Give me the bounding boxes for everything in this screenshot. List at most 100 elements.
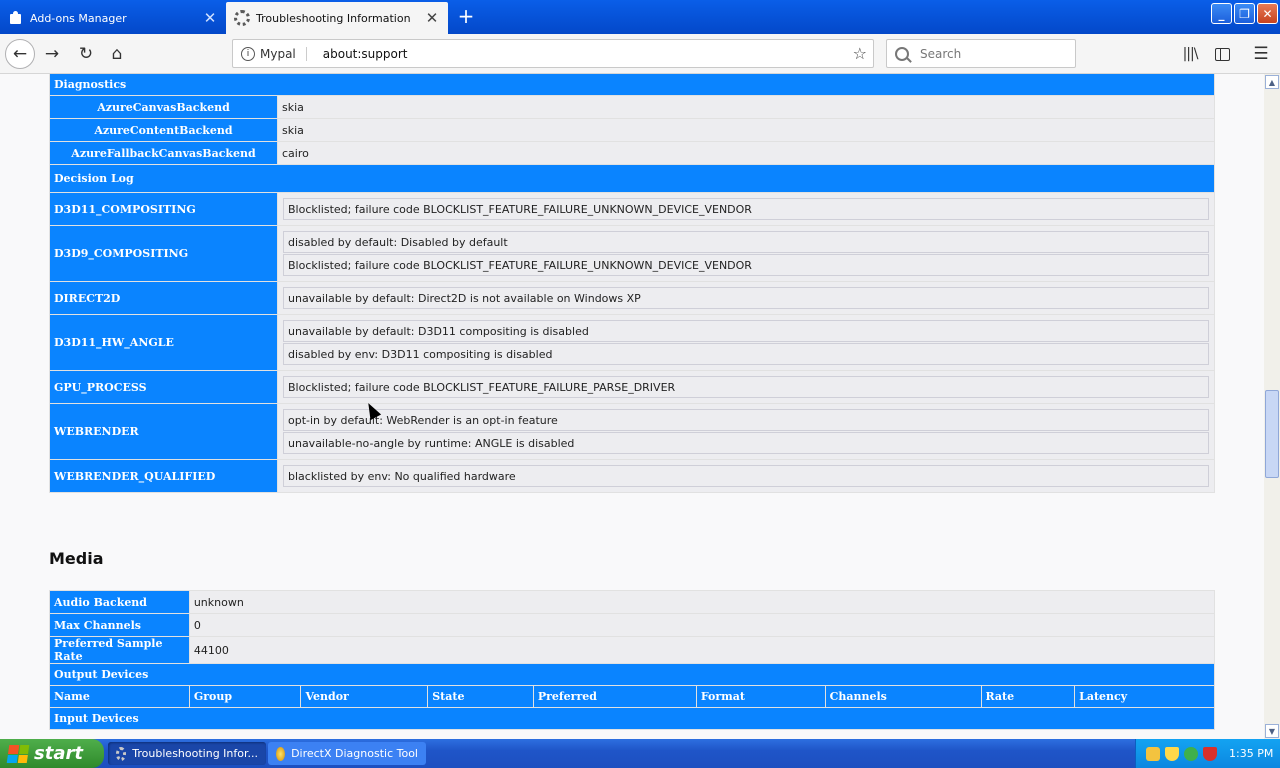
- minimize-icon: _: [1218, 6, 1225, 21]
- taskbar-item-directx[interactable]: DirectX Diagnostic Tool: [268, 742, 426, 765]
- forward-button[interactable]: →: [38, 40, 66, 68]
- row-value: skia: [278, 96, 1214, 118]
- network-icon[interactable]: [1146, 746, 1160, 761]
- tab-troubleshooting[interactable]: Troubleshooting Information ✕: [226, 2, 448, 34]
- bookmark-star-icon[interactable]: ☆: [853, 44, 867, 63]
- log-entries: unavailable by default: Direct2D is not …: [278, 282, 1214, 314]
- log-entries: disabled by default: Disabled by default…: [278, 226, 1214, 281]
- home-icon: ⌂: [111, 44, 123, 64]
- table-row: Max Channels 0: [50, 614, 1214, 636]
- directx-icon: [276, 746, 286, 761]
- column-header: Name: [50, 686, 189, 707]
- scroll-down-icon[interactable]: ▼: [1265, 724, 1279, 738]
- scroll-up-icon[interactable]: ▲: [1265, 75, 1279, 89]
- clock: 1:35 PM: [1229, 747, 1274, 760]
- column-header: Rate: [981, 686, 1075, 707]
- taskbar-item-troubleshooting[interactable]: Troubleshooting Infor...: [108, 742, 266, 765]
- log-entry: opt-in by default: WebRender is an opt-i…: [283, 409, 1209, 431]
- row-key: Preferred Sample Rate: [50, 637, 189, 663]
- output-devices-header-row: Name Group Vendor State Preferred Format Chann…: [50, 686, 1214, 707]
- log-entry: disabled by default: Disabled by default: [283, 231, 1209, 253]
- home-button[interactable]: ⌂: [103, 40, 131, 68]
- close-window-button[interactable]: ✕: [1257, 3, 1278, 24]
- security-shield-icon[interactable]: [1165, 746, 1179, 761]
- log-entry: disabled by env: D3D11 compositing is di…: [283, 343, 1209, 365]
- close-tab-icon[interactable]: ✕: [424, 9, 440, 27]
- search-placeholder: Search: [920, 46, 962, 61]
- search-input[interactable]: Search: [886, 39, 1076, 68]
- scrollbar-thumb[interactable]: [1265, 390, 1279, 478]
- row-key: AzureCanvasBackend: [50, 96, 277, 118]
- row-key: D3D11_COMPOSITING: [50, 193, 277, 225]
- start-button[interactable]: start: [0, 739, 104, 768]
- row-key: Max Channels: [50, 614, 189, 636]
- row-value: skia: [278, 119, 1214, 141]
- url-bar[interactable]: i Mypal about:support ☆: [232, 39, 874, 68]
- row-key: AzureFallbackCanvasBackend: [50, 142, 277, 164]
- column-header: Latency: [1075, 686, 1214, 707]
- back-button[interactable]: ←: [5, 39, 35, 69]
- close-tab-icon[interactable]: ✕: [202, 9, 218, 27]
- table-row: AzureContentBackend skia: [50, 119, 1214, 141]
- gear-icon: [116, 746, 127, 761]
- url-text[interactable]: about:support: [323, 47, 853, 61]
- windows-logo-icon: [6, 744, 30, 763]
- column-header: Preferred: [533, 686, 696, 707]
- table-row: AzureCanvasBackend skia: [50, 96, 1214, 118]
- tab-title: Troubleshooting Information: [256, 11, 411, 25]
- title-bar: Add-ons Manager ✕ Troubleshooting Inform…: [0, 0, 1280, 34]
- sidebar-button[interactable]: [1208, 40, 1236, 68]
- row-key: D3D9_COMPOSITING: [50, 226, 277, 281]
- column-header: Channels: [825, 686, 981, 707]
- log-entry: unavailable by default: Direct2D is not …: [283, 287, 1209, 309]
- table-row: AzureFallbackCanvasBackend cairo: [50, 142, 1214, 164]
- row-key: WEBRENDER_QUALIFIED: [50, 460, 277, 492]
- sidebar-icon: [1214, 47, 1230, 61]
- reload-icon: ↻: [78, 44, 94, 64]
- restore-icon: ❐: [1239, 6, 1250, 21]
- plus-icon: +: [457, 4, 475, 28]
- table-row: WEBRENDER_QUALIFIED blacklisted by env: N…: [50, 460, 1214, 492]
- graphics-table: Diagnostics AzureCanvasBackend skia AzureC…: [49, 74, 1215, 493]
- table-row: GPU_PROCESS Blocklisted; failure code BLO…: [50, 371, 1214, 403]
- alert-shield-icon[interactable]: [1203, 746, 1217, 761]
- row-value: cairo: [278, 142, 1214, 164]
- start-label: start: [34, 743, 83, 764]
- log-entry: Blocklisted; failure code BLOCKLIST_FEAT…: [283, 254, 1209, 276]
- vertical-scrollbar[interactable]: ▲ ▼: [1264, 74, 1280, 739]
- info-icon[interactable]: i: [241, 46, 255, 61]
- taskbar-item-label: DirectX Diagnostic Tool: [291, 747, 418, 760]
- log-entries: unavailable by default: D3D11 compositin…: [278, 315, 1214, 370]
- reload-button[interactable]: ↻: [72, 40, 100, 68]
- media-table: Audio Backend unknown Max Channels 0 Preferr…: [49, 590, 1215, 730]
- restore-button[interactable]: ❐: [1234, 3, 1255, 24]
- search-icon: [895, 46, 909, 61]
- library-icon: |||\: [1182, 46, 1199, 62]
- log-entry: Blocklisted; failure code BLOCKLIST_FEAT…: [283, 198, 1209, 220]
- log-entry: Blocklisted; failure code BLOCKLIST_FEAT…: [283, 376, 1209, 398]
- arrow-right-icon: →: [44, 44, 60, 64]
- log-entry: unavailable by default: D3D11 compositin…: [283, 320, 1209, 342]
- row-key: D3D11_HW_ANGLE: [50, 315, 277, 370]
- puzzle-icon: [8, 10, 24, 26]
- column-header: State: [428, 686, 533, 707]
- tab-title: Add-ons Manager: [30, 11, 127, 25]
- taskbar-item-label: Troubleshooting Infor...: [132, 747, 258, 760]
- row-key: Audio Backend: [50, 591, 189, 613]
- column-header: Group: [189, 686, 301, 707]
- section-heading-decision-log: Decision Log: [50, 165, 1214, 192]
- minimize-button[interactable]: _: [1211, 3, 1232, 24]
- menu-button[interactable]: ☰: [1247, 40, 1275, 68]
- update-icon[interactable]: [1184, 746, 1198, 761]
- page-content: Diagnostics AzureCanvasBackend skia AzureC…: [0, 74, 1264, 739]
- tab-addons-manager[interactable]: Add-ons Manager ✕: [0, 2, 226, 34]
- row-value: unknown: [189, 591, 1214, 613]
- site-identity[interactable]: Mypal: [260, 46, 307, 61]
- library-button[interactable]: |||\: [1176, 40, 1204, 68]
- new-tab-button[interactable]: +: [455, 4, 477, 28]
- table-row: D3D9_COMPOSITING disabled by default: Dis…: [50, 226, 1214, 281]
- log-entries: Blocklisted; failure code BLOCKLIST_FEAT…: [278, 193, 1214, 225]
- section-heading-output-devices: Output Devices: [50, 664, 1214, 685]
- column-header: Format: [696, 686, 825, 707]
- row-key: WEBRENDER: [50, 404, 277, 459]
